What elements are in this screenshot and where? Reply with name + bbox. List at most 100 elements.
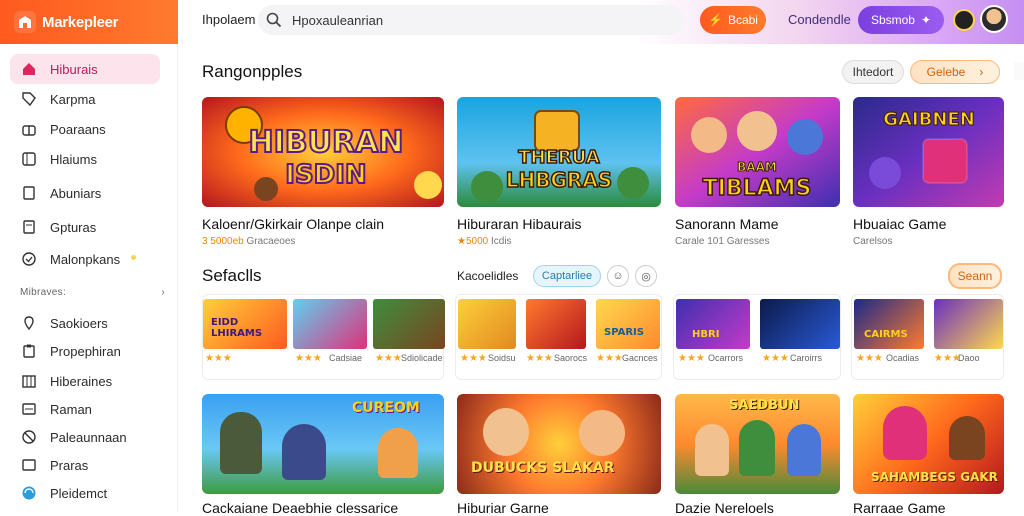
- sidebar-item-malonpkans[interactable]: Malonpkans: [10, 244, 160, 274]
- sidebar-section-header[interactable]: Mibraves: ›: [20, 287, 165, 298]
- sidebar-item-hiberaines[interactable]: Hiberaines: [10, 366, 160, 396]
- card-subtitle: 3 5000eb Gracaeoes: [202, 236, 295, 247]
- header-link[interactable]: Condendle: [788, 12, 851, 27]
- card-rating: ★5000: [457, 236, 491, 247]
- bolt-icon: ⚡: [708, 13, 723, 27]
- sidebar-item-raman[interactable]: Raman: [10, 394, 160, 424]
- avatar[interactable]: [980, 5, 1008, 33]
- thumb-art-text: CUREOM: [352, 400, 420, 416]
- sidebar-item-label: Hiburais: [50, 61, 98, 77]
- mini-thumbnail[interactable]: [526, 299, 586, 349]
- search-box[interactable]: [258, 5, 684, 35]
- game-card[interactable]: SAEDBUN Dazie Nereloels: [675, 394, 840, 516]
- character-shape: [579, 410, 625, 456]
- image-icon: [20, 456, 38, 474]
- mini-thumbnail[interactable]: SPARIS: [596, 299, 660, 349]
- game-thumbnail: HIBURAN ISDIN: [202, 97, 444, 207]
- character-shape: [787, 424, 821, 476]
- tabs-label[interactable]: Kacoelidles: [457, 269, 518, 283]
- list-icon: [20, 400, 38, 418]
- bars-icon: [20, 372, 38, 390]
- mini-thumbnail[interactable]: [458, 299, 516, 349]
- sidebar-item-pleidemct[interactable]: Pleidemct: [10, 478, 160, 508]
- sidebar-item-home[interactable]: Hiburais: [10, 54, 160, 84]
- thumb-art-text: DUBUCKS SLAKAR: [471, 460, 615, 476]
- game-card[interactable]: HIBURAN ISDIN Kaloenr/Gkirkair Olanpe cl…: [202, 97, 444, 247]
- mini-thumbnail[interactable]: [760, 299, 840, 349]
- character-shape: [220, 412, 262, 474]
- smile-icon: ☺: [612, 270, 624, 282]
- game-card[interactable]: GAIBNEN Hbuaiac Game Carelsos: [853, 97, 1004, 247]
- top-bar: Markepleer Ihpolaem ⚡ Bcabi Condendle Sb…: [0, 0, 1024, 44]
- game-card[interactable]: DUBUCKS SLAKAR Hiburiar Garne: [457, 394, 661, 516]
- game-thumbnail: DUBUCKS SLAKAR: [457, 394, 661, 494]
- target-icon: ◎: [641, 270, 651, 283]
- cta-button[interactable]: Gelebe ›: [910, 60, 1000, 84]
- sidebar-item-label: Hlaiums: [50, 151, 97, 167]
- clipboard-icon: [20, 342, 38, 360]
- search-input[interactable]: [292, 12, 662, 28]
- category-chip[interactable]: Captarliee: [533, 265, 601, 287]
- game-card[interactable]: SAHAMBEGS GAKR Rarraae Game: [853, 394, 1004, 516]
- sidebar-item-praras[interactable]: Praras: [10, 450, 160, 480]
- gift-icon: [20, 120, 38, 138]
- card-title: Hbuaiac Game: [853, 216, 947, 232]
- sidebar-item-label: Saokioers: [50, 315, 108, 331]
- sidebar-item-abuniars[interactable]: Abuniars: [10, 178, 160, 208]
- mini-thumbnail[interactable]: [293, 299, 367, 349]
- mini-label: Ocadias: [886, 353, 920, 363]
- sidebar-item-hlaiums[interactable]: Hlaiums: [10, 144, 160, 174]
- star-rating: ★★★: [375, 353, 402, 364]
- sidebar-item-poaraans[interactable]: Poaraans: [10, 114, 160, 144]
- sidebar-item-label: Hiberaines: [50, 373, 113, 389]
- mini-thumbnail[interactable]: CAIRMS: [854, 299, 924, 349]
- mini-thumbnail[interactable]: [373, 299, 445, 349]
- mini-art-text: HBRI: [692, 329, 720, 340]
- mini-art-text: EIDD LHIRAMS: [211, 317, 263, 339]
- filter-button[interactable]: Ihtedort: [842, 60, 904, 84]
- search-games-button[interactable]: Seann: [948, 263, 1002, 289]
- scroll-right-handle[interactable]: [1014, 62, 1024, 80]
- character-shape: [695, 424, 729, 476]
- sidebar-item-paleaunnaan[interactable]: Paleaunnaan: [10, 422, 160, 452]
- primary-button-label: Bcabi: [727, 13, 758, 27]
- emoji-filter-button[interactable]: ☺: [607, 265, 629, 287]
- star-rating: ★★★: [205, 353, 232, 364]
- pin-icon: [20, 314, 38, 332]
- game-thumbnail: THERUA LHBGRAS: [457, 97, 661, 207]
- secondary-button[interactable]: Sbsmob ✦: [858, 6, 944, 34]
- mini-thumbnail[interactable]: HBRI: [676, 299, 750, 349]
- card-meta: Icdis: [491, 236, 512, 247]
- card-title: Cackaiane Deaebhie clessarice: [202, 500, 399, 516]
- mini-thumbnail[interactable]: [934, 299, 1003, 349]
- sidebar-item-saokioers[interactable]: Saokioers: [10, 308, 160, 338]
- star-rating: ★★★: [295, 353, 322, 364]
- star-rating: ★★★: [856, 353, 883, 364]
- brand[interactable]: Markepleer: [0, 0, 178, 44]
- search-label: Ihpolaem: [202, 12, 256, 27]
- sidebar-item-label: Malonpkans: [50, 251, 121, 267]
- game-card[interactable]: THERUA LHBGRAS Hiburaran Hibaurais ★5000…: [457, 97, 661, 247]
- mini-card-group: CAIRMS ★★★ Ocadias ★★★ Daoo: [851, 294, 1004, 380]
- sidebar-item-label: Raman: [50, 401, 92, 417]
- game-card[interactable]: CUREOM Cackaiane Deaebhie clessarice: [202, 394, 444, 516]
- thumb-art-text: SAEDBUN: [729, 398, 800, 413]
- brand-logo-icon: [14, 11, 36, 33]
- primary-button[interactable]: ⚡ Bcabi: [700, 6, 766, 34]
- mini-art-text: CAIRMS: [864, 329, 908, 340]
- notification-icon[interactable]: [953, 9, 975, 31]
- sidebar-item-gpturas[interactable]: Gpturas: [10, 212, 160, 242]
- mini-thumbnail[interactable]: EIDD LHIRAMS: [203, 299, 287, 349]
- card-title: Rarraae Game: [853, 500, 946, 516]
- game-thumbnail: CUREOM: [202, 394, 444, 494]
- card-rating: 3 5000eb: [202, 236, 244, 247]
- sidebar-item-label: Pleidemct: [50, 485, 108, 501]
- search-games-button-label: Seann: [957, 269, 993, 283]
- character-shape: [483, 408, 529, 456]
- thumb-art-line1: GAIBNEN: [883, 109, 975, 130]
- sidebar-item-propephiran[interactable]: Propephiran: [10, 336, 160, 366]
- target-filter-button[interactable]: ◎: [635, 265, 657, 287]
- game-card[interactable]: BAAM TIBLAMS Sanorann Mame Carale 101 Ga…: [675, 97, 840, 247]
- sidebar-item-karpma[interactable]: Karpma: [10, 84, 160, 114]
- sidebar-section-label: Mibraves:: [20, 287, 67, 298]
